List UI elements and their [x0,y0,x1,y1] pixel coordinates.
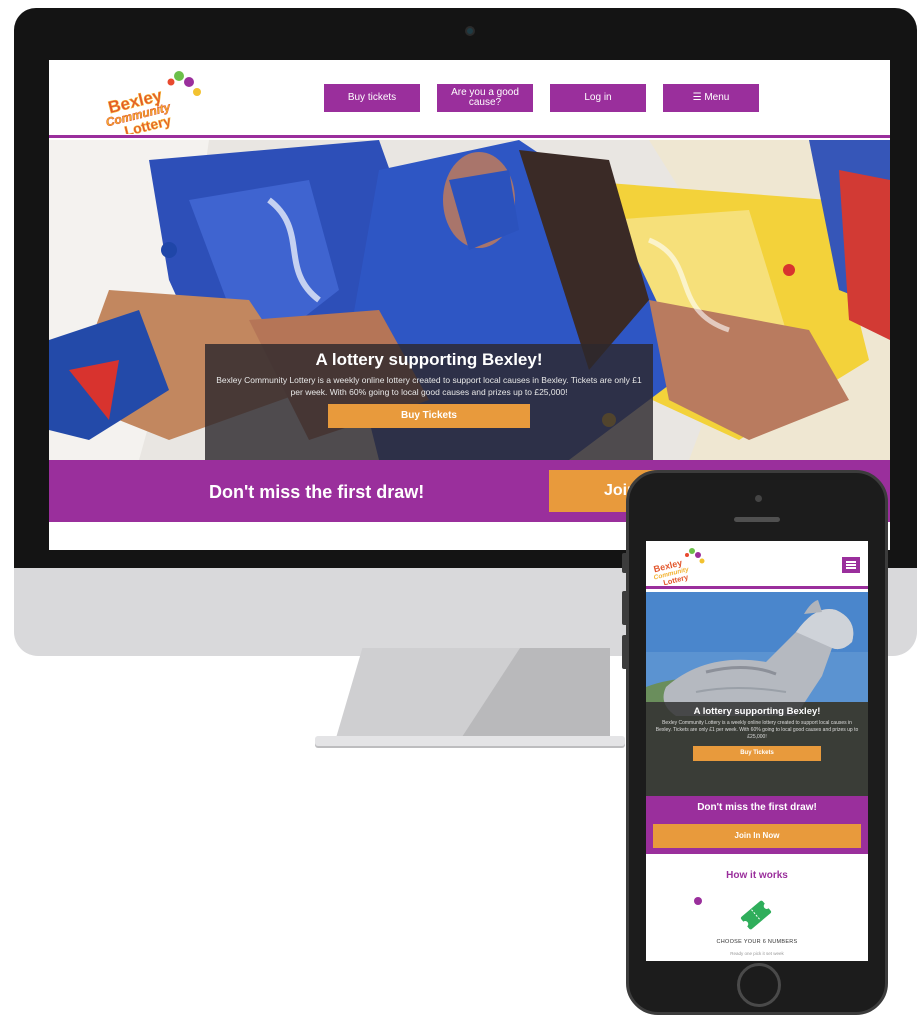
mobile-hero-title: A lottery supporting Bexley! [693,706,821,717]
monitor-stand-base [315,736,625,746]
mobile-hero-body: Bexley Community Lottery is a weekly onl… [655,720,859,740]
nav-log-in[interactable]: Log in [550,84,646,112]
step-choose-numbers: CHOOSE YOUR 6 NUMBERS [716,939,798,945]
first-draw-text: Don't miss the first draw! [209,482,425,502]
mobile-screen: Bexley Community Lottery A lottery suppo… [646,541,868,961]
hero-image: A lottery supporting Bexley! Bexley Comm… [49,140,890,460]
hero-title: A lottery supporting Bexley! [315,350,543,369]
hero-body: Bexley Community Lottery is a weekly onl… [216,375,642,397]
mobile-first-draw-band: Don't miss the first draw! Join In Now [646,796,868,854]
nav-menu[interactable]: ☰ Menu [663,84,759,112]
step-dot-icon [694,897,702,905]
step-choose-numbers-sub: Ready one pick it set week [730,951,784,956]
bexley-lottery-logo-mobile[interactable]: Bexley Community Lottery [650,545,710,585]
nav-good-cause[interactable]: Are you a good cause? [437,84,533,112]
phone-speaker [734,517,780,522]
hamburger-menu-icon[interactable] [842,557,860,573]
webcam-icon [465,26,475,36]
mobile-hero-image: A lottery supporting Bexley! Bexley Comm… [646,592,868,796]
bexley-lottery-logo[interactable]: Bexley Community Lottery [101,68,211,134]
mobile-phone: Bexley Community Lottery A lottery suppo… [622,470,888,1015]
front-camera-icon [755,495,762,502]
how-it-works-heading: How it works [726,870,788,881]
ticket-icon [740,900,772,930]
phone-mute-switch [622,553,628,573]
mobile-buy-tickets-button[interactable]: Buy Tickets [693,746,821,761]
mobile-hero-overlay: A lottery supporting Bexley! Bexley Comm… [646,702,868,796]
mobile-header: Bexley Community Lottery [646,541,868,589]
phone-volume-down [622,635,628,669]
hero-overlay: A lottery supporting Bexley! Bexley Comm… [205,344,653,460]
buy-tickets-button[interactable]: Buy Tickets [328,404,530,428]
site-header: Bexley Community Lottery Buy tickets Are… [49,60,890,138]
mobile-join-in-now-button[interactable]: Join In Now [653,824,861,848]
phone-volume-up [622,591,628,625]
nav-buy-tickets[interactable]: Buy tickets [324,84,420,112]
mobile-first-draw-text: Don't miss the first draw! [697,802,817,813]
home-button[interactable] [737,963,781,1007]
